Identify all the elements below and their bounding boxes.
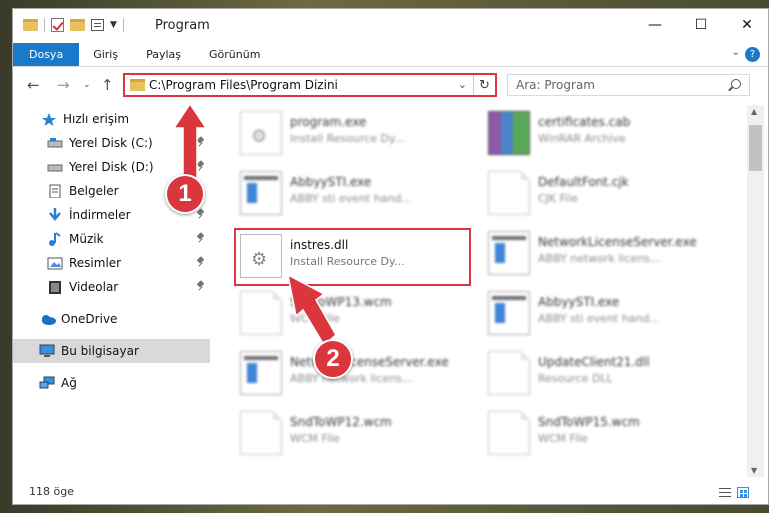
arrow-diagonal-icon [286, 273, 337, 347]
step-badge-1: 1 [165, 174, 205, 214]
annotation-arrows [172, 102, 337, 347]
step-badge-2: 2 [313, 339, 353, 379]
arrow-up-icon [172, 102, 208, 179]
